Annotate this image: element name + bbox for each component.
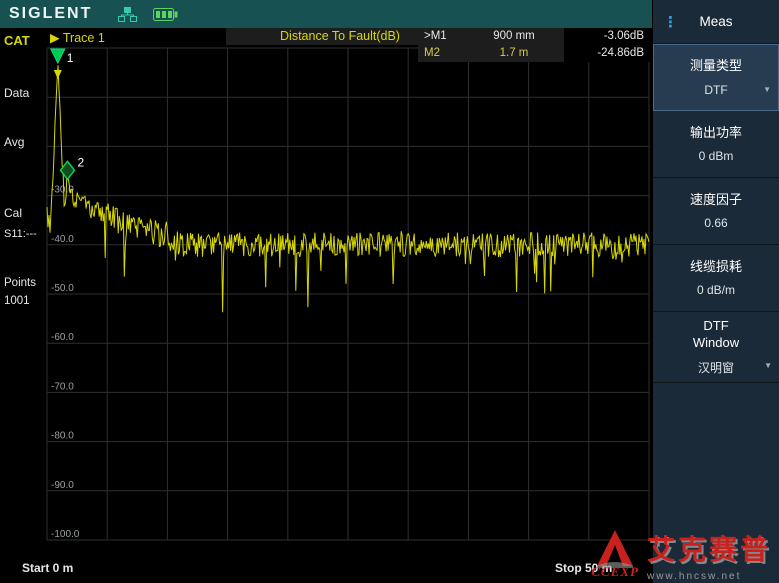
siglent-logo: SIGLENT — [9, 5, 92, 23]
menu-button-value: 0 dBm — [699, 149, 734, 163]
marker-1-amplitude: -3.06dB — [564, 28, 650, 45]
marker-2-position: 1.7 m — [464, 45, 564, 62]
sidebar-item-avg[interactable]: Avg — [4, 135, 24, 149]
trace-bullet-icon: ▶ — [50, 31, 60, 45]
meas-menu-header[interactable]: ⋮ Meas — [653, 0, 779, 44]
y-axis-tick-label: -60.0 — [51, 332, 74, 343]
top-status-bar: SIGLENT — [0, 0, 652, 28]
sidebar-points-label: Points — [4, 277, 36, 289]
marker-1-name: >M1 — [418, 28, 464, 45]
marker-1-number: 1 — [67, 51, 74, 65]
menu-button-label: 速度因子 — [690, 192, 742, 209]
menu-button-label: 输出功率 — [690, 125, 742, 142]
analyzer-screen: SIGLENT CAT Data Avg Cal S11:--- Points … — [0, 0, 779, 583]
marker-1-position: 900 mm — [464, 28, 564, 45]
sidebar-item-cat[interactable]: CAT — [4, 33, 30, 48]
lan-network-icon — [118, 7, 137, 22]
menu-button-label: 测量类型 — [690, 58, 742, 75]
y-axis-tick-label: -40.0 — [51, 234, 74, 245]
plot-area: -30.0-40.0-50.0-60.0-70.0-80.0-90.0-100.… — [46, 28, 652, 556]
sidebar-item-cal[interactable]: Cal — [4, 206, 22, 220]
dtf-trace-plot[interactable]: -30.0-40.0-50.0-60.0-70.0-80.0-90.0-100.… — [46, 28, 652, 556]
menu-button-value: 汉明窗 — [698, 359, 734, 376]
sidebar-points-value: 1001 — [4, 295, 30, 307]
menu-button-dtf-window[interactable]: DTF Window 汉明窗 ▼ — [653, 312, 779, 383]
marker-readout-m2: M2 1.7 m -24.86dB — [418, 45, 650, 62]
marker-2-diamond[interactable] — [61, 161, 75, 179]
menu-dots-icon: ⋮ — [663, 13, 678, 31]
menu-button-value: DTF — [704, 83, 727, 97]
dropdown-caret-icon: ▼ — [763, 85, 771, 94]
marker-1-flag[interactable] — [51, 49, 65, 63]
battery-icon — [153, 8, 178, 21]
plot-header: ▶ Trace 1 Distance To Fault(dB) >M1 900 … — [46, 28, 652, 46]
menu-button-output-power[interactable]: 输出功率 0 dBm — [653, 111, 779, 178]
sidebar-item-data[interactable]: Data — [4, 86, 29, 100]
marker-2-name: M2 — [418, 45, 464, 62]
menu-button-measure-type[interactable]: 测量类型 DTF ▼ — [653, 44, 779, 111]
marker-2-amplitude: -24.86dB — [564, 45, 650, 62]
meas-menu-title: Meas — [699, 14, 732, 29]
menu-button-label: DTF Window — [683, 318, 749, 352]
y-axis-tick-label: -90.0 — [51, 480, 74, 491]
dropdown-caret-icon: ▼ — [764, 361, 772, 370]
sidebar-s11-status: S11:--- — [4, 228, 37, 240]
trace-peak-indicator-icon — [54, 70, 62, 79]
x-axis-footer: Start 0 m Stop 50 m — [0, 556, 652, 583]
stop-label: Stop 50 m — [555, 561, 612, 575]
y-axis-tick-label: -80.0 — [51, 431, 74, 442]
start-label: Start 0 m — [22, 561, 73, 575]
menu-button-label: 线缆损耗 — [690, 259, 742, 276]
marker-readout-table: >M1 900 mm -3.06dB M2 1.7 m -24.86dB — [418, 28, 650, 62]
menu-button-velocity-factor[interactable]: 速度因子 0.66 — [653, 178, 779, 245]
left-status-sidebar: CAT Data Avg Cal S11:--- Points 1001 — [0, 28, 46, 556]
marker-readout-m1: >M1 900 mm -3.06dB — [418, 28, 650, 45]
y-axis-tick-label: -50.0 — [51, 283, 74, 294]
menu-button-value: 0 dB/m — [697, 283, 735, 297]
trace-name: Trace 1 — [63, 31, 105, 45]
trace-selector[interactable]: ▶ Trace 1 — [50, 30, 105, 45]
marker-2-number: 2 — [78, 155, 85, 169]
y-axis-tick-label: -100.0 — [51, 529, 80, 540]
menu-button-cable-loss[interactable]: 线缆损耗 0 dB/m — [653, 245, 779, 312]
menu-button-value: 0.66 — [704, 216, 727, 230]
y-axis-tick-label: -70.0 — [51, 381, 74, 392]
meas-menu-panel: ⋮ Meas 测量类型 DTF ▼ 输出功率 0 dBm 速度因子 0.66 线… — [652, 0, 779, 583]
